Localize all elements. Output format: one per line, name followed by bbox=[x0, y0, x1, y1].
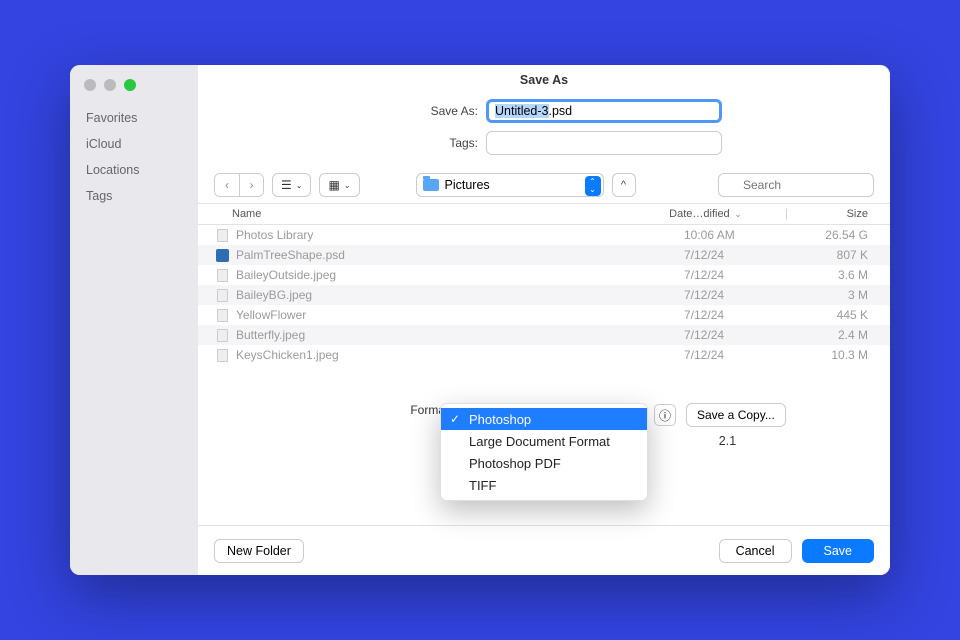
file-row[interactable]: Butterfly.jpeg7/12/242.4 M bbox=[198, 325, 890, 345]
location-label: Pictures bbox=[445, 178, 490, 192]
file-row[interactable]: BaileyOutside.jpeg7/12/243.6 M bbox=[198, 265, 890, 285]
saveas-label: Save As: bbox=[248, 104, 478, 118]
sidebar-item[interactable]: Favorites bbox=[70, 105, 198, 131]
file-name: YellowFlower bbox=[236, 308, 684, 322]
search-input[interactable] bbox=[718, 173, 874, 197]
file-size: 3 M bbox=[794, 288, 874, 302]
save-button[interactable]: Save bbox=[802, 539, 875, 563]
format-option[interactable]: Large Document Format bbox=[441, 430, 647, 452]
file-name: Butterfly.jpeg bbox=[236, 328, 684, 342]
file-row[interactable]: Photos Library10:06 AM26.54 G bbox=[198, 225, 890, 245]
file-size: 807 K bbox=[794, 248, 874, 262]
col-size[interactable]: Size bbox=[794, 208, 874, 220]
photos-icon bbox=[214, 228, 230, 242]
format-option[interactable]: Photoshop PDF bbox=[441, 452, 647, 474]
file-name: KeysChicken1.jpeg bbox=[236, 348, 684, 362]
file-row[interactable]: KeysChicken1.jpeg7/12/2410.3 M bbox=[198, 345, 890, 365]
tags-label: Tags: bbox=[248, 136, 478, 150]
sidebar-item[interactable]: iCloud bbox=[70, 131, 198, 157]
format-right-controls: ⓘ Save a Copy... bbox=[654, 403, 786, 427]
file-name: Photos Library bbox=[236, 228, 684, 242]
save-a-copy-button[interactable]: Save a Copy... bbox=[686, 403, 786, 427]
file-name: BaileyOutside.jpeg bbox=[236, 268, 684, 282]
location-selector[interactable]: Pictures ⌃⌄ bbox=[416, 173, 604, 197]
close-icon[interactable] bbox=[84, 79, 96, 91]
generic-icon bbox=[214, 348, 230, 362]
folder-icon bbox=[423, 179, 439, 191]
format-label: Forma bbox=[253, 403, 445, 417]
format-info-button[interactable]: ⓘ bbox=[654, 404, 676, 426]
format-dropdown[interactable]: PhotoshopLarge Document FormatPhotoshop … bbox=[440, 403, 648, 501]
generic-icon bbox=[214, 288, 230, 302]
generic-icon bbox=[214, 308, 230, 322]
nav-back-forward: ‹ › bbox=[214, 173, 264, 197]
file-size: 3.6 M bbox=[794, 268, 874, 282]
column-headers: Name Date…dified ⌄ | Size bbox=[198, 204, 890, 225]
file-size: 10.3 M bbox=[794, 348, 874, 362]
file-name: BaileyBG.jpeg bbox=[236, 288, 684, 302]
file-row[interactable]: PalmTreeShape.psd7/12/24807 K bbox=[198, 245, 890, 265]
collapse-button[interactable]: ^ bbox=[612, 173, 636, 197]
file-name: PalmTreeShape.psd bbox=[236, 248, 684, 262]
browser-toolbar: ‹ › ☰ ⌄ ▦ ⌄ Pictures ⌃⌄ ^ bbox=[198, 173, 890, 203]
saveas-input[interactable] bbox=[486, 99, 722, 123]
file-size: 2.4 M bbox=[794, 328, 874, 342]
psd-icon bbox=[214, 248, 230, 262]
file-date: 7/12/24 bbox=[684, 248, 794, 262]
file-date: 7/12/24 bbox=[684, 268, 794, 282]
file-row[interactable]: YellowFlower7/12/24445 K bbox=[198, 305, 890, 325]
file-date: 7/12/24 bbox=[684, 308, 794, 322]
generic-icon bbox=[214, 328, 230, 342]
sort-desc-icon: ⌄ bbox=[732, 209, 742, 219]
dialog-title: Save As bbox=[198, 65, 890, 95]
format-option[interactable]: Photoshop bbox=[441, 408, 647, 430]
chevron-updown-icon: ⌃⌄ bbox=[585, 176, 601, 196]
file-size: 445 K bbox=[794, 308, 874, 322]
maximize-icon[interactable] bbox=[124, 79, 136, 91]
col-name[interactable]: Name bbox=[232, 208, 669, 220]
nav-back-button[interactable]: ‹ bbox=[215, 174, 239, 196]
file-row[interactable]: BaileyBG.jpeg7/12/243 M bbox=[198, 285, 890, 305]
sidebar: FavoritesiCloudLocationsTags bbox=[70, 65, 198, 575]
file-date: 10:06 AM bbox=[684, 228, 794, 242]
minimize-icon[interactable] bbox=[104, 79, 116, 91]
file-date: 7/12/24 bbox=[684, 328, 794, 342]
dialog-footer: New Folder Cancel Save bbox=[198, 525, 890, 575]
save-as-dialog: FavoritesiCloudLocationsTags Save As Sav… bbox=[70, 65, 890, 575]
col-date[interactable]: Date…dified bbox=[669, 208, 730, 220]
file-list: Photos Library10:06 AM26.54 GPalmTreeSha… bbox=[198, 225, 890, 365]
file-size: 26.54 G bbox=[794, 228, 874, 242]
window-traffic-lights bbox=[70, 75, 198, 105]
list-view-button[interactable]: ☰ ⌄ bbox=[272, 173, 311, 197]
format-option[interactable]: TIFF bbox=[441, 474, 647, 496]
nav-forward-button[interactable]: › bbox=[239, 174, 263, 196]
file-date: 7/12/24 bbox=[684, 348, 794, 362]
new-folder-button[interactable]: New Folder bbox=[214, 539, 304, 563]
generic-icon bbox=[214, 268, 230, 282]
file-date: 7/12/24 bbox=[684, 288, 794, 302]
sidebar-item[interactable]: Locations bbox=[70, 157, 198, 183]
tags-input[interactable] bbox=[486, 131, 722, 155]
grid-view-button[interactable]: ▦ ⌄ bbox=[319, 173, 359, 197]
embed-label-suffix: 2.1 bbox=[719, 434, 736, 448]
cancel-button[interactable]: Cancel bbox=[719, 539, 792, 563]
sidebar-item[interactable]: Tags bbox=[70, 183, 198, 209]
